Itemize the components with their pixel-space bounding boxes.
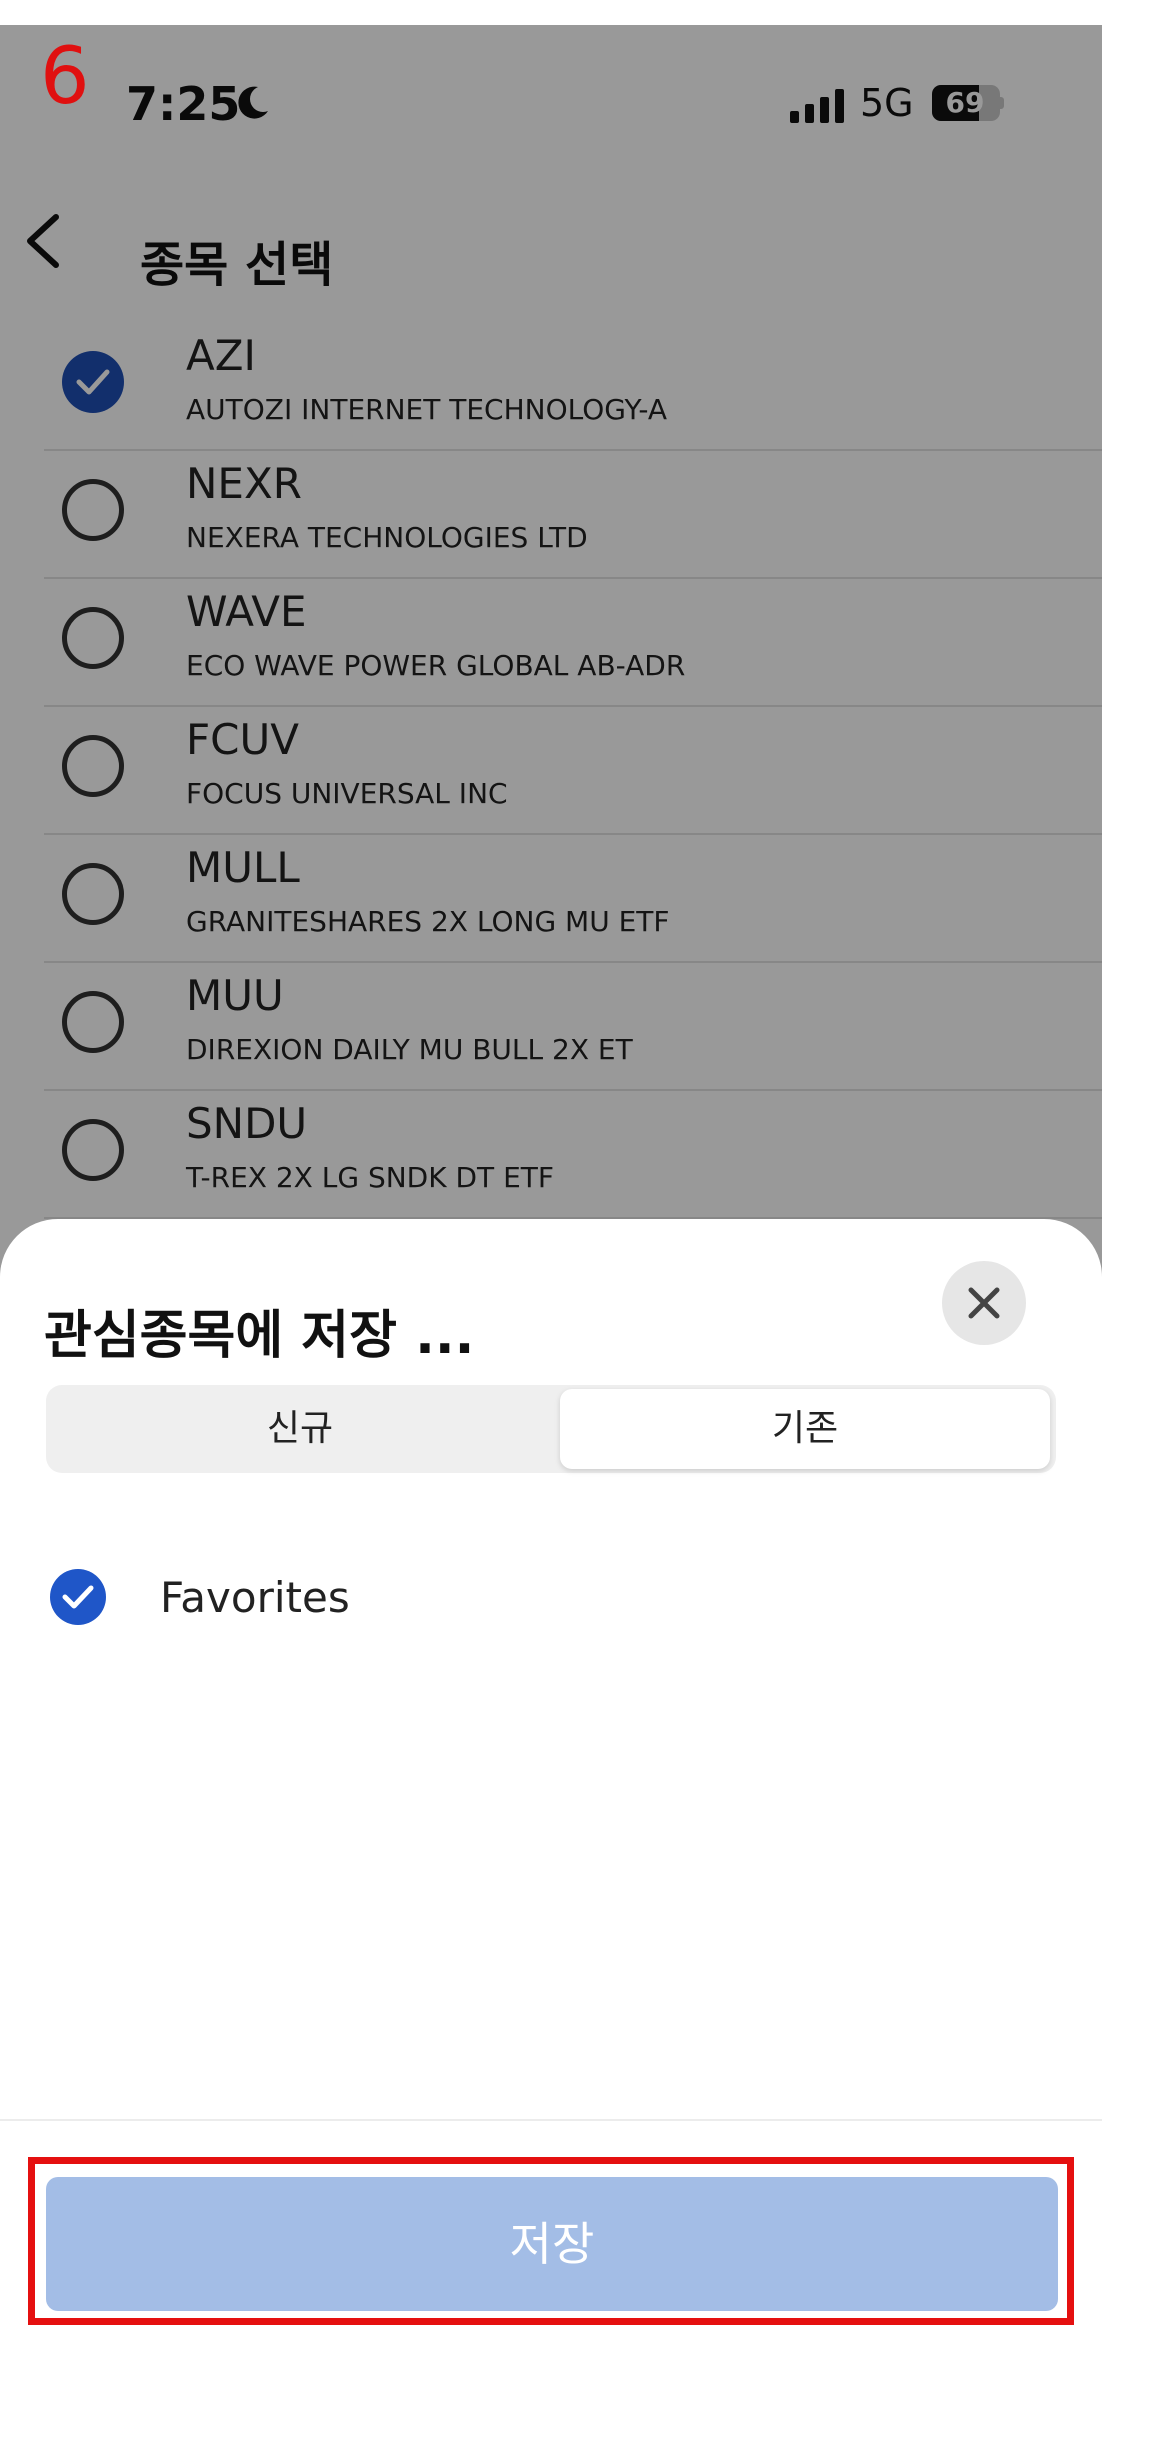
save-to-watchlist-sheet: 관심종목에 저장 ... 신규 기존 Favorites 저장: [0, 1219, 1102, 2461]
save-button[interactable]: 저장: [46, 2177, 1058, 2311]
sheet-title: 관심종목에 저장 ...: [44, 1306, 475, 1366]
step-number-label: 6: [40, 32, 90, 122]
dim-overlay[interactable]: [0, 25, 1102, 1285]
checkbox-checked-icon[interactable]: [50, 1569, 106, 1625]
watchlist-label: Favorites: [160, 1573, 350, 1622]
phone-screen: 7:25 5G 69 종목 선택 AZI AUTOZI INTERNET TECH…: [0, 25, 1102, 2461]
footer-divider: [0, 2119, 1102, 2121]
tab-new[interactable]: 신규: [50, 1389, 550, 1469]
stock-select-screen: 7:25 5G 69 종목 선택 AZI AUTOZI INTERNET TECH…: [0, 25, 1102, 1347]
close-button[interactable]: [942, 1261, 1026, 1345]
watchlist-mode-tabs: 신규 기존: [46, 1385, 1056, 1473]
close-icon: [968, 1287, 1000, 1319]
tab-existing[interactable]: 기존: [560, 1389, 1050, 1469]
watchlist-item-favorites[interactable]: Favorites: [50, 1563, 650, 1633]
